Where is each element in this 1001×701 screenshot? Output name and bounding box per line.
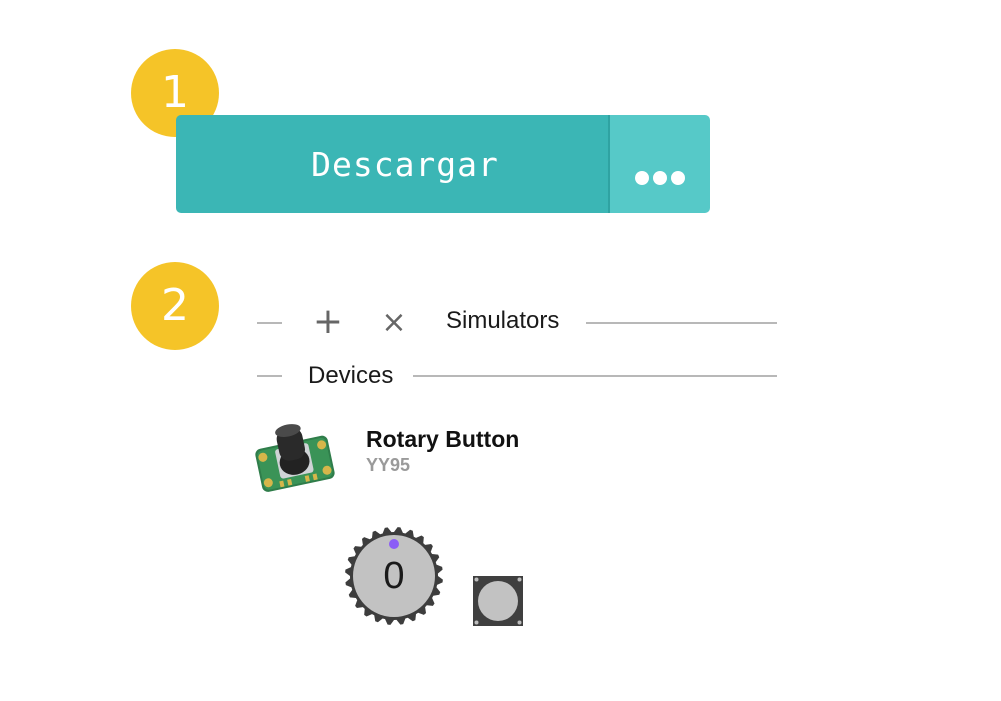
knob-value: 0 <box>383 555 405 597</box>
ellipsis-icon <box>653 171 667 185</box>
step-badge-2: 2 <box>131 262 219 350</box>
more-options-button[interactable] <box>610 115 710 213</box>
push-button-graphic <box>473 576 523 626</box>
ellipsis-icon <box>635 171 649 185</box>
minus-icon[interactable] <box>257 322 282 324</box>
plus-icon[interactable]: + <box>310 302 346 342</box>
download-button-group: Descargar <box>176 115 710 213</box>
download-button[interactable]: Descargar <box>176 115 610 213</box>
divider <box>413 375 777 377</box>
rotary-button-module-image <box>255 424 335 492</box>
simulators-heading: Simulators <box>446 307 560 334</box>
divider <box>257 375 282 377</box>
rotary-knob[interactable]: 0 <box>343 525 445 627</box>
devices-heading: Devices <box>308 362 394 389</box>
close-icon[interactable]: × <box>376 303 412 343</box>
ellipsis-icon <box>671 171 685 185</box>
device-name: Rotary Button <box>366 426 520 452</box>
device-code: YY95 <box>366 455 411 475</box>
push-button[interactable] <box>472 575 524 627</box>
device-item-rotary-button[interactable]: Rotary Button YY95 <box>246 418 606 498</box>
divider <box>586 322 777 324</box>
